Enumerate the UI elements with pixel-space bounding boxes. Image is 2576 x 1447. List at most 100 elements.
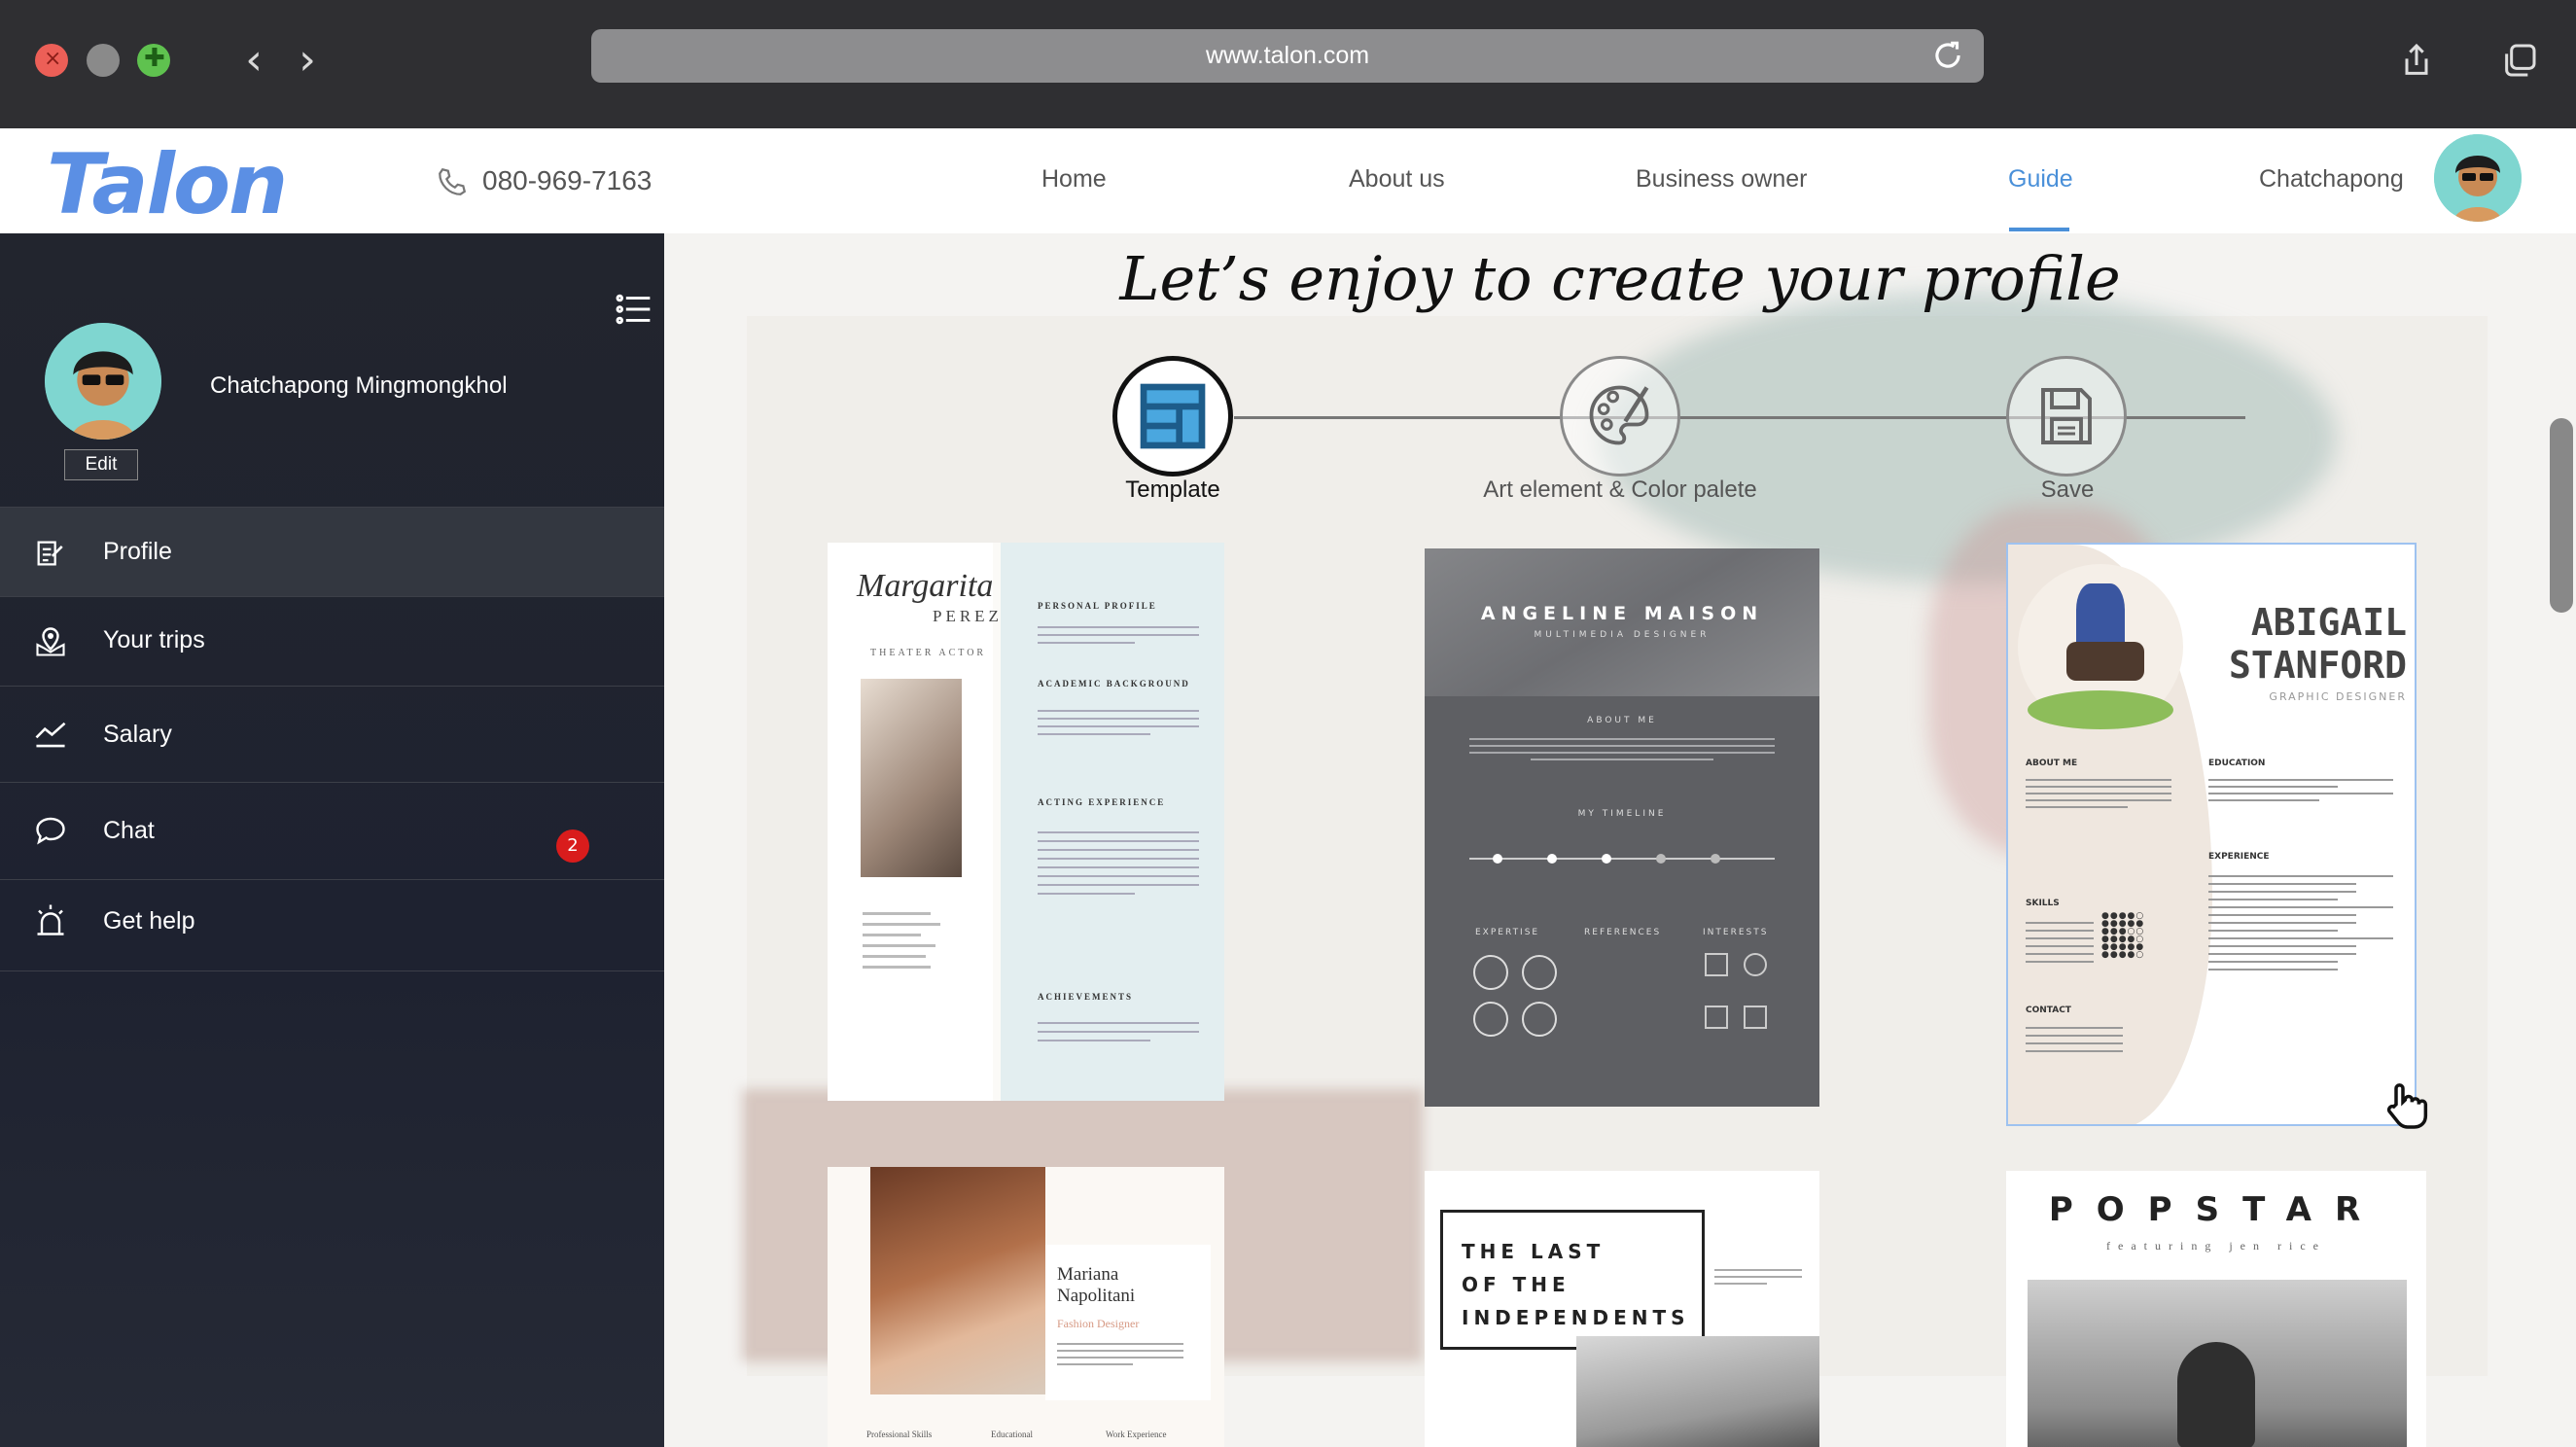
resume-body-lines — [1469, 733, 1775, 765]
reload-icon[interactable] — [1929, 37, 1966, 74]
template-card-margarita[interactable]: Margarita PEREZ THEATER ACTOR PERSONAL P… — [828, 543, 1224, 1101]
poster-title: POPSTAR — [2048, 1190, 2384, 1229]
sidebar-user-name: Chatchapong Mingmongkhol — [210, 372, 508, 399]
edit-profile-button[interactable]: Edit — [64, 449, 138, 480]
step-label-art: Art element & Color palete — [1483, 476, 1757, 503]
sidebar-item-your-trips[interactable]: Your trips — [0, 597, 664, 687]
alarm-icon — [37, 904, 64, 935]
share-icon[interactable] — [2397, 41, 2436, 80]
resume-section: MY TIMELINE — [1577, 809, 1667, 819]
sidebar-user-panel: Chatchapong Mingmongkhol Edit — [0, 233, 664, 508]
floppy-disk-icon — [2041, 388, 2092, 444]
step-label-save: Save — [2040, 476, 2095, 503]
resume-photo — [870, 1167, 1045, 1394]
resume-contact-lines — [863, 904, 960, 976]
talon-logo[interactable]: Talon — [47, 136, 288, 233]
template-card-mariana[interactable]: Mariana Napolitani Fashion Designer Prof… — [828, 1167, 1224, 1447]
resume-name-block: ABIGAIL STANFORD — [2222, 601, 2407, 687]
resume-name: ANGELINE MAISON — [1480, 603, 1764, 624]
resume-body-lines — [1038, 704, 1199, 741]
sidebar: Chatchapong Mingmongkhol Edit Profile Yo… — [0, 233, 664, 1447]
sidebar-item-label: Your trips — [103, 626, 205, 653]
resume-section: Work Experience — [1106, 1429, 1167, 1439]
illustration-legs — [2066, 642, 2144, 681]
poster-title-line: INDEPENDENTS — [1462, 1306, 1690, 1329]
step-label-template: Template — [1125, 476, 1220, 503]
resume-photo — [861, 679, 962, 877]
resume-skill-lines — [2026, 916, 2094, 969]
skill-circle — [1522, 955, 1557, 990]
timeline-dot — [1656, 854, 1666, 864]
step-template[interactable] — [1112, 356, 1233, 476]
page-scrollbar[interactable] — [2550, 418, 2573, 613]
resume-section: INTERESTS — [1703, 928, 1769, 937]
interest-icon — [1744, 953, 1767, 976]
user-avatar-icon — [2434, 134, 2522, 222]
browser-toolbar: × ✚ ‹ › www.talon.com — [0, 0, 2576, 128]
nav-business-owner[interactable]: Business owner — [1636, 165, 1807, 194]
interest-icon — [1744, 1006, 1767, 1029]
sidebar-item-chat[interactable]: Chat 2 — [0, 783, 664, 880]
sidebar-avatar[interactable] — [45, 323, 161, 440]
user-avatar-icon — [45, 323, 161, 440]
close-window-button[interactable]: × — [35, 44, 68, 77]
resume-role: MULTIMEDIA DESIGNER — [1534, 630, 1711, 640]
logo-text: Talon — [47, 136, 288, 233]
resume-section: ABOUT ME — [1587, 716, 1657, 725]
address-bar[interactable]: www.talon.com — [591, 29, 1984, 83]
skill-dots: ●●●●○ ●●●●● ●●●○○ ●●●●○ ●●●●● ●●●●○ — [2101, 911, 2145, 960]
template-card-independents[interactable]: THE LAST OF THE INDEPENDENTS — [1425, 1171, 1819, 1447]
resume-body-lines — [1057, 1338, 1183, 1370]
poster-title-line: OF THE — [1462, 1273, 1570, 1296]
resume-section: Professional Skills — [866, 1429, 933, 1439]
palette-icon — [1589, 385, 1649, 445]
resume-section: SKILLS — [2026, 899, 2060, 908]
chart-line-icon — [35, 722, 66, 748]
sidebar-item-get-help[interactable]: Get help — [0, 880, 664, 971]
portrait-figure — [2177, 1342, 2255, 1447]
nav-user-name[interactable]: Chatchapong — [2259, 165, 2404, 194]
step-art-element[interactable] — [1560, 356, 1680, 476]
resume-section: ACTING EXPERIENCE — [1038, 797, 1166, 807]
interest-icon — [1705, 1006, 1728, 1029]
sidebar-item-label: Profile — [103, 538, 172, 565]
resume-body-lines — [1038, 1015, 1199, 1048]
nav-home[interactable]: Home — [1041, 165, 1107, 194]
sidebar-item-salary[interactable]: Salary — [0, 687, 664, 783]
resume-body-lines — [2208, 869, 2393, 976]
skill-circle — [1522, 1002, 1557, 1037]
chat-bubble-icon — [36, 817, 65, 845]
resume-surname: PEREZ — [933, 607, 1003, 625]
timeline-dot — [1547, 854, 1557, 864]
nav-about-us[interactable]: About us — [1349, 165, 1445, 194]
resume-section: EXPERIENCE — [2208, 852, 2270, 862]
page-headline: Let’s enjoy to create your profile — [1119, 243, 2121, 314]
resume-section: ACHIEVEMENTS — [1038, 992, 1134, 1002]
template-card-angeline[interactable]: ANGELINE MAISON MULTIMEDIA DESIGNER ABOU… — [1425, 548, 1819, 1107]
fullscreen-window-button[interactable]: ✚ — [137, 44, 170, 77]
header-avatar[interactable] — [2434, 134, 2522, 222]
tabs-overview-icon[interactable] — [2500, 41, 2539, 80]
chat-unread-badge: 2 — [556, 829, 589, 863]
skill-circle — [1473, 1002, 1508, 1037]
poster-title: THE LAST OF THE INDEPENDENTS — [1462, 1235, 1690, 1334]
timeline-dot — [1493, 854, 1502, 864]
nav-guide[interactable]: Guide — [2008, 165, 2073, 194]
list-menu-icon[interactable] — [615, 292, 653, 327]
timeline-line — [1469, 858, 1775, 860]
back-arrow-icon[interactable]: ‹ — [234, 39, 273, 82]
resume-section: REFERENCES — [1584, 928, 1662, 937]
sidebar-item-profile[interactable]: Profile — [0, 508, 664, 597]
template-card-popstar[interactable]: POPSTAR featuring jen rice — [2006, 1171, 2426, 1447]
interest-icon — [1705, 953, 1728, 976]
step-save[interactable] — [2006, 356, 2127, 476]
minimize-window-button[interactable] — [87, 44, 120, 77]
forward-arrow-icon[interactable]: › — [288, 39, 327, 82]
phone-icon — [439, 167, 467, 195]
timeline-dot — [1602, 854, 1611, 864]
resume-section: ABOUT ME — [2026, 759, 2078, 768]
timeline-dot — [1711, 854, 1720, 864]
template-card-abigail[interactable]: ABIGAIL STANFORD GRAPHIC DESIGNER ABOUT … — [2006, 543, 2417, 1126]
resume-body-lines — [2208, 774, 2393, 806]
resume-contact-lines — [2026, 1021, 2123, 1058]
